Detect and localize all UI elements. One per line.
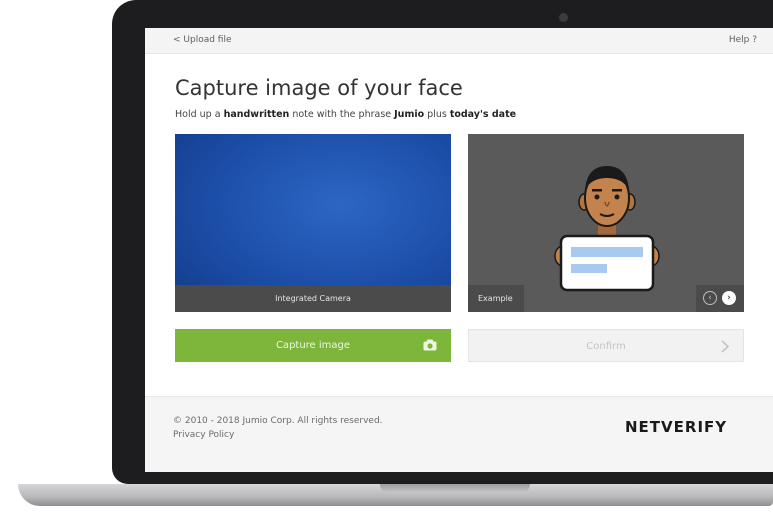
- instruction-jumio: Jumio: [394, 109, 425, 120]
- instruction-text: Hold up a handwritten note with the phra…: [175, 109, 516, 120]
- instruction-prefix: Hold up a: [175, 109, 224, 120]
- laptop-base-notch: [380, 484, 530, 493]
- instruction-todays-date: today's date: [449, 109, 517, 120]
- chevron-right-icon: [721, 340, 729, 353]
- webcam-dot: [559, 13, 568, 22]
- example-person-holding-note-illustration: [554, 166, 660, 292]
- netverify-logo: NETVERIFY: [625, 418, 728, 436]
- chevron-left-icon[interactable]: ‹: [703, 291, 717, 305]
- instruction-middle: note with the phrase: [289, 109, 395, 120]
- page-title: Capture image of your face: [175, 76, 463, 100]
- camera-icon: [423, 339, 437, 351]
- confirm-button[interactable]: Confirm: [468, 329, 744, 362]
- instruction-handwritten: handwritten: [223, 109, 290, 120]
- top-bar: < Upload file Help ?: [145, 28, 773, 54]
- camera-source-label[interactable]: Integrated Camera: [175, 285, 451, 312]
- help-link[interactable]: Help ?: [729, 35, 757, 45]
- copyright-text: © 2010 - 2018 Jumio Corp. All rights res…: [173, 416, 383, 426]
- example-label: Example: [468, 285, 524, 312]
- footer: © 2010 - 2018 Jumio Corp. All rights res…: [145, 396, 773, 472]
- back-upload-file-link[interactable]: < Upload file: [173, 35, 232, 45]
- privacy-policy-link[interactable]: Privacy Policy: [173, 430, 234, 440]
- confirm-label: Confirm: [586, 341, 626, 352]
- chevron-right-icon[interactable]: ›: [722, 291, 736, 305]
- example-panel: Example ‹ ›: [468, 134, 744, 312]
- capture-image-button[interactable]: Capture image: [175, 329, 451, 362]
- instruction-middle2: plus: [424, 109, 450, 120]
- example-nav: ‹ ›: [696, 285, 744, 312]
- camera-preview-panel: Integrated Camera: [175, 134, 451, 312]
- capture-image-label: Capture image: [275, 340, 351, 351]
- app-screen: < Upload file Help ? Capture image of yo…: [145, 28, 773, 472]
